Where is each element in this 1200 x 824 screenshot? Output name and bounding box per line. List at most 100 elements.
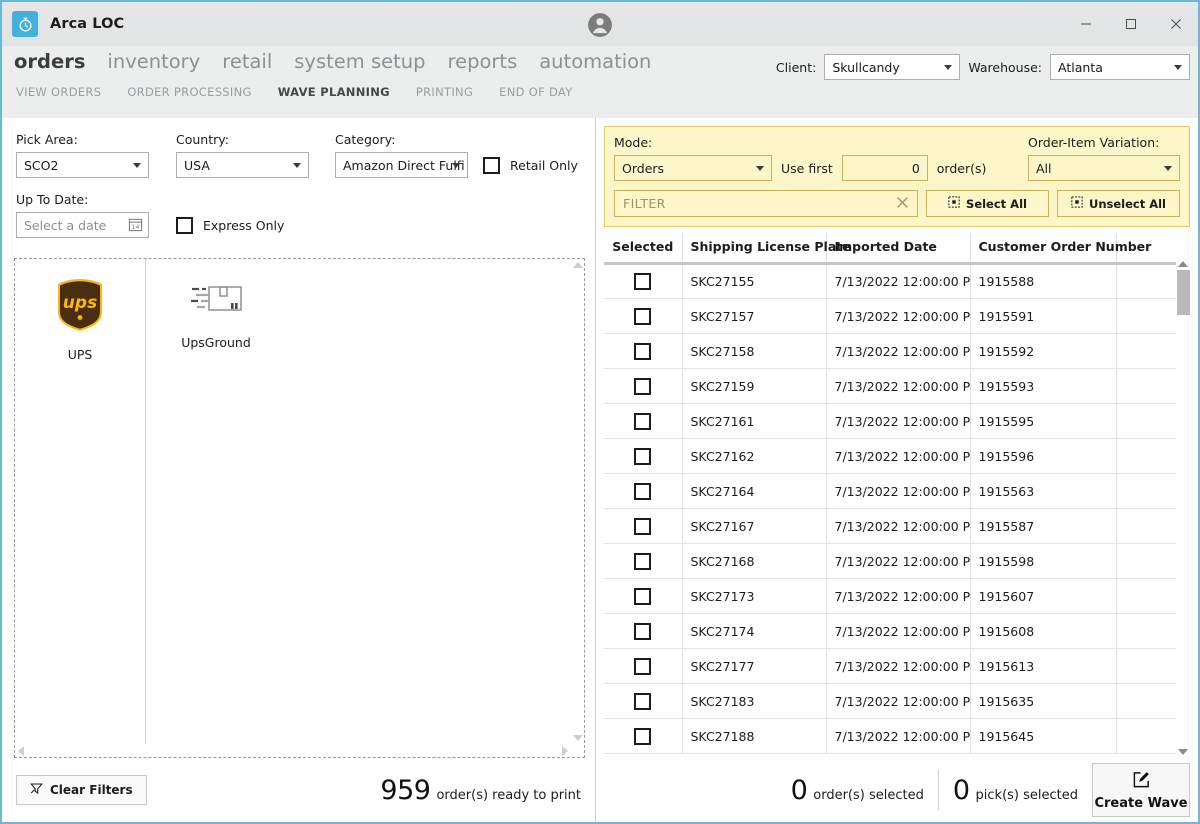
- subnav-printing[interactable]: PRINTING: [416, 85, 473, 99]
- maximize-button[interactable]: [1108, 2, 1153, 46]
- table-row[interactable]: SKC27162 7/13/2022 12:00:00 PM 1915596: [604, 438, 1190, 474]
- warehouse-select[interactable]: Atlanta: [1050, 54, 1190, 80]
- table-row[interactable]: SKC27168 7/13/2022 12:00:00 PM 1915598: [604, 543, 1190, 579]
- column-header-order[interactable]: Customer Order Number: [970, 233, 1151, 265]
- nav-retail[interactable]: retail: [222, 50, 272, 75]
- nav-orders[interactable]: orders: [14, 50, 85, 75]
- carrier-horizontal-scrollbar[interactable]: [15, 744, 571, 757]
- row-select-cell[interactable]: [604, 613, 683, 649]
- pick-area-label: Pick Area:: [16, 132, 78, 147]
- select-all-button[interactable]: Select All: [926, 190, 1049, 217]
- column-header-selected[interactable]: Selected: [604, 233, 683, 265]
- table-row[interactable]: SKC27161 7/13/2022 12:00:00 PM 1915595: [604, 403, 1190, 439]
- carrier-card-ups[interactable]: ups UPS: [15, 259, 146, 757]
- row-select-cell[interactable]: [604, 648, 683, 684]
- country-select[interactable]: USA: [176, 152, 309, 178]
- grid-filter-input[interactable]: FILTER: [614, 190, 918, 217]
- table-row[interactable]: SKC27183 7/13/2022 12:00:00 PM 1915635: [604, 683, 1190, 719]
- client-select[interactable]: Skullcandy: [824, 54, 961, 80]
- unselect-all-button[interactable]: Unselect All: [1057, 190, 1180, 217]
- row-checkbox[interactable]: [634, 657, 652, 675]
- row-select-cell[interactable]: [604, 683, 683, 719]
- row-select-cell[interactable]: [604, 263, 683, 299]
- subnav-end-of-day[interactable]: END OF DAY: [499, 85, 572, 99]
- category-group: Category: Amazon Direct Fulfi: [335, 132, 483, 178]
- select-all-icon: [948, 196, 960, 211]
- row-select-cell[interactable]: [604, 368, 683, 404]
- row-checkbox[interactable]: [634, 482, 652, 500]
- scrollbar-thumb[interactable]: [1176, 270, 1190, 315]
- chevron-down-icon: [944, 65, 953, 70]
- subnav-order-processing[interactable]: ORDER PROCESSING: [127, 85, 251, 99]
- calendar-icon[interactable]: 14: [128, 217, 143, 236]
- table-row[interactable]: SKC27188 7/13/2022 12:00:00 PM 1915645: [604, 718, 1190, 754]
- table-row[interactable]: SKC27157 7/13/2022 12:00:00 PM 1915591: [604, 298, 1190, 334]
- mode-select[interactable]: Orders: [614, 155, 772, 181]
- carrier-card-upsground[interactable]: UpsGround: [146, 259, 286, 757]
- row-checkbox[interactable]: [634, 692, 652, 710]
- table-row[interactable]: SKC27164 7/13/2022 12:00:00 PM 1915563: [604, 473, 1190, 509]
- table-row[interactable]: SKC27159 7/13/2022 12:00:00 PM 1915593: [604, 368, 1190, 404]
- retail-only-checkbox[interactable]: [483, 157, 500, 174]
- minimize-button[interactable]: [1063, 2, 1108, 46]
- scroll-left-icon[interactable]: [18, 745, 24, 756]
- avatar[interactable]: [587, 12, 613, 42]
- scroll-down-icon[interactable]: [572, 735, 583, 741]
- column-header-imported[interactable]: Imported Date: [826, 233, 971, 265]
- nav-reports[interactable]: reports: [448, 50, 518, 75]
- category-select[interactable]: Amazon Direct Fulfi: [335, 152, 468, 178]
- row-checkbox[interactable]: [634, 727, 652, 745]
- table-row[interactable]: SKC27174 7/13/2022 12:00:00 PM 1915608: [604, 613, 1190, 649]
- row-checkbox[interactable]: [634, 517, 652, 535]
- close-button[interactable]: [1153, 2, 1198, 46]
- row-select-cell[interactable]: [604, 438, 683, 474]
- scroll-up-icon[interactable]: [1178, 261, 1188, 267]
- scroll-right-icon[interactable]: [562, 745, 568, 756]
- row-checkbox[interactable]: [634, 447, 652, 465]
- row-select-cell[interactable]: [604, 298, 683, 334]
- row-checkbox[interactable]: [634, 342, 652, 360]
- row-checkbox[interactable]: [634, 552, 652, 570]
- subnav-wave-planning[interactable]: WAVE PLANNING: [278, 85, 390, 99]
- nav-automation[interactable]: automation: [539, 50, 651, 75]
- row-checkbox[interactable]: [634, 377, 652, 395]
- row-checkbox[interactable]: [634, 412, 652, 430]
- create-wave-button[interactable]: Create Wave: [1092, 763, 1190, 817]
- clear-filters-button[interactable]: Clear Filters: [16, 775, 147, 805]
- chevron-down-icon: [452, 163, 460, 168]
- table-row[interactable]: SKC27155 7/13/2022 12:00:00 PM 1915588: [604, 263, 1190, 299]
- table-body: SKC27155 7/13/2022 12:00:00 PM 1915588 SKC2…: [604, 263, 1190, 754]
- grid-vertical-scrollbar[interactable]: [1176, 261, 1190, 758]
- column-header-plate[interactable]: Shipping License Plate: [682, 233, 851, 265]
- carrier-vertical-scrollbar[interactable]: [571, 259, 584, 744]
- date-picker[interactable]: Select a date 14: [16, 212, 149, 238]
- cell-order: 1915588: [970, 263, 1117, 299]
- express-only-checkbox[interactable]: [176, 217, 193, 234]
- table-row[interactable]: SKC27158 7/13/2022 12:00:00 PM 1915592: [604, 333, 1190, 369]
- nav-inventory[interactable]: inventory: [107, 50, 200, 75]
- table-row[interactable]: SKC27167 7/13/2022 12:00:00 PM 1915587: [604, 508, 1190, 544]
- use-first-input[interactable]: 0: [841, 155, 928, 181]
- row-select-cell[interactable]: [604, 543, 683, 579]
- scroll-down-icon[interactable]: [1178, 749, 1188, 755]
- table-row[interactable]: SKC27177 7/13/2022 12:00:00 PM 1915613: [604, 648, 1190, 684]
- cell-imported: 7/13/2022 12:00:00 PM: [826, 683, 971, 719]
- row-select-cell[interactable]: [604, 578, 683, 614]
- row-select-cell[interactable]: [604, 333, 683, 369]
- row-select-cell[interactable]: [604, 473, 683, 509]
- variation-select[interactable]: All: [1028, 155, 1180, 181]
- subnav-view-orders[interactable]: VIEW ORDERS: [16, 85, 101, 99]
- row-select-cell[interactable]: [604, 403, 683, 439]
- row-select-cell[interactable]: [604, 508, 683, 544]
- row-checkbox[interactable]: [634, 273, 652, 290]
- row-checkbox[interactable]: [634, 587, 652, 605]
- row-checkbox[interactable]: [634, 622, 652, 640]
- table-row[interactable]: SKC27173 7/13/2022 12:00:00 PM 1915607: [604, 578, 1190, 614]
- pick-area-group: Pick Area: SCO2: [16, 132, 176, 178]
- scroll-up-icon[interactable]: [572, 262, 583, 268]
- pick-area-select[interactable]: SCO2: [16, 152, 149, 178]
- row-select-cell[interactable]: [604, 718, 683, 754]
- close-icon[interactable]: [896, 196, 909, 212]
- nav-system-setup[interactable]: system setup: [294, 50, 425, 75]
- row-checkbox[interactable]: [634, 307, 652, 325]
